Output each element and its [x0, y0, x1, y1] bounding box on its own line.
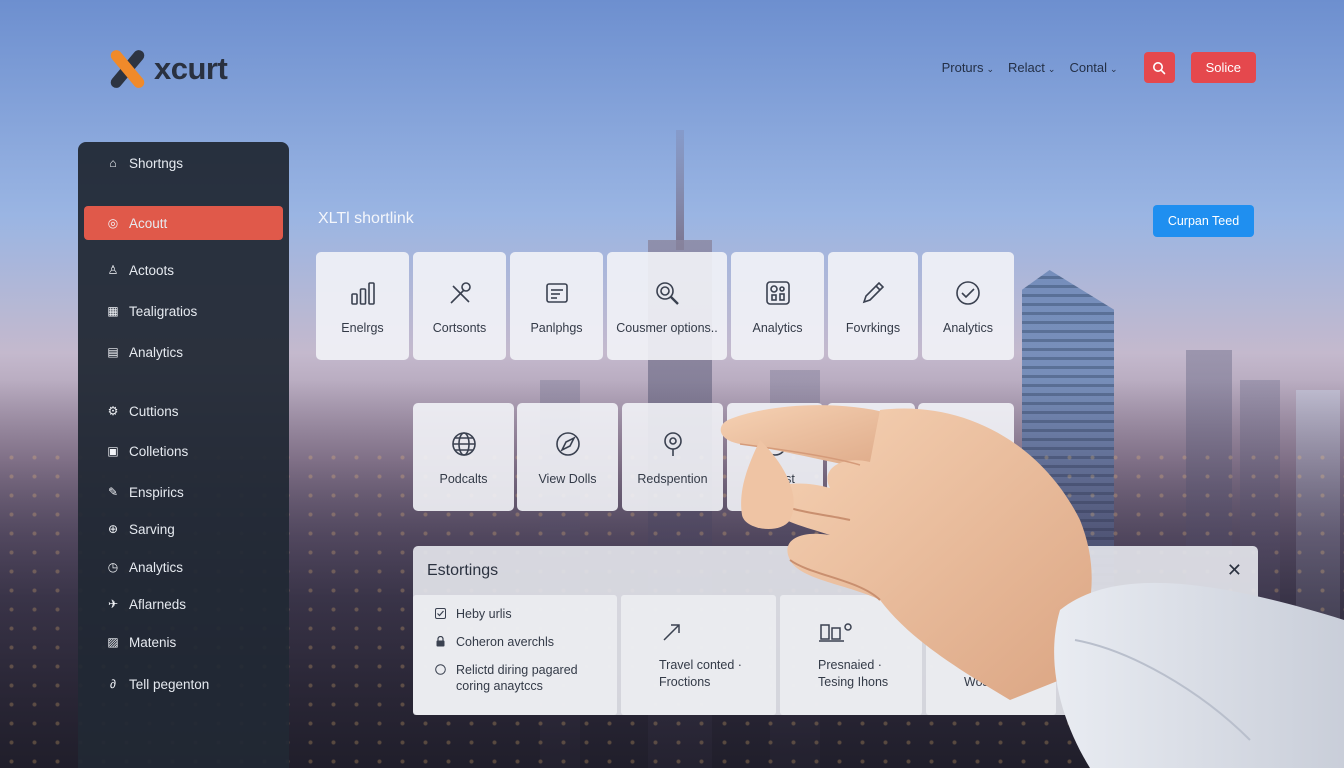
tile-analytics-1[interactable]: Analytics: [731, 252, 824, 360]
home-icon: ⌂: [109, 156, 117, 170]
brand-logo[interactable]: xcurt: [104, 46, 228, 92]
arrow-icon: [663, 624, 680, 641]
chevron-down-icon: ⌄: [986, 64, 995, 74]
tile-fovrkings[interactable]: Fovrkings: [828, 252, 918, 360]
search-icon: [1153, 61, 1166, 74]
collection-icon: ▣: [107, 444, 119, 458]
panel-card-travel[interactable]: Travel conted · Froctions: [621, 595, 776, 715]
sidebar-item-analytics-2[interactable]: ◷ Analytics: [84, 550, 283, 584]
gear-icon: ⚙: [107, 404, 119, 418]
doc-icon: [966, 621, 984, 643]
top-navigation: Proturs ⌄ Relact ⌄ Contal ⌄ Solice: [942, 52, 1256, 83]
image-icon: ▨: [107, 635, 119, 649]
sidebar-item-acoutt[interactable]: ◎ Acoutt: [84, 206, 283, 240]
solice-button[interactable]: Solice: [1190, 52, 1256, 83]
check-circle-icon: [956, 280, 980, 305]
tile-cousmer-options[interactable]: Cousmer options..: [607, 252, 727, 360]
chart-icon: ▤: [107, 345, 119, 359]
nav-item-contal[interactable]: Contal ⌄: [1069, 60, 1117, 75]
cart-icon: [819, 623, 852, 642]
bird-icon: ✈: [107, 597, 119, 611]
pencil-icon: [862, 281, 885, 303]
tile-analytics-2[interactable]: Analytics: [922, 252, 1014, 360]
option-relictd-diring[interactable]: Relictd diring pagared coring anaytccs: [435, 662, 578, 694]
brand-name: xcurt: [154, 51, 228, 86]
link-icon: ∂: [110, 677, 116, 691]
account-icon: ◎: [107, 216, 119, 230]
tile-redspention[interactable]: Redspention: [622, 403, 723, 511]
tools-icon: [449, 281, 471, 304]
sidebar: ⌂ Shortngs ◎ Acoutt ♙ Actoots ▦ Tealigratios…: [78, 142, 289, 768]
network-icon: [763, 431, 787, 456]
sidebar-item-colletions[interactable]: ▣ Colletions: [84, 434, 283, 468]
estortings-panel: Estortings ✕ Heby urlis Coheron averchls…: [413, 546, 1258, 715]
pen-icon: ✎: [107, 485, 119, 499]
sidebar-item-actoots[interactable]: ♙ Actoots: [84, 253, 283, 287]
tile-enelrgs[interactable]: Enelrgs: [316, 252, 409, 360]
checkbox-icon: [435, 608, 446, 619]
chevron-down-icon: ⌄: [1047, 64, 1056, 74]
globe-icon: [451, 431, 476, 456]
page-title: XLTl shortlink: [318, 210, 414, 227]
globe-icon: ⊕: [107, 522, 119, 536]
clock-icon: ◷: [107, 560, 119, 574]
document-icon: [545, 282, 568, 303]
tile-panlphgs[interactable]: Panlphgs: [510, 252, 603, 360]
sidebar-item-analytics[interactable]: ▤ Analytics: [84, 335, 283, 369]
panel-card-presnaied[interactable]: Presnaied · Tesing Ihons: [780, 595, 922, 715]
sidebar-item-enspirics[interactable]: ✎ Enspirics: [84, 475, 283, 509]
sidebar-item-tell-pegenton[interactable]: ∂ Tell pegenton: [84, 667, 283, 701]
grid-icon: ▦: [107, 304, 119, 318]
option-coheron-averchls[interactable]: Coheron averchls: [435, 634, 554, 650]
dashboard-icon: [765, 280, 790, 305]
sidebar-item-tealigratios[interactable]: ▦ Tealigratios: [84, 294, 283, 328]
curpan-teed-button[interactable]: Curpan Teed: [1153, 205, 1254, 237]
tile-podcalts[interactable]: Podcalts: [413, 403, 514, 511]
panel-options-cell: Heby urlis Coheron averchls Relictd diri…: [413, 595, 617, 715]
panel-title: Estortings: [427, 562, 499, 579]
sidebar-item-cuttions[interactable]: ⚙ Cuttions: [84, 394, 283, 428]
sidebar-item-shortngs[interactable]: ⌂ Shortngs: [84, 146, 283, 180]
close-icon[interactable]: ✕: [1227, 560, 1242, 581]
tile-empty-1[interactable]: [827, 403, 915, 511]
tile-cortsonts[interactable]: Cortsonts: [413, 252, 506, 360]
pin-icon: [663, 431, 682, 456]
tile-empty-2[interactable]: [918, 403, 1014, 511]
radio-icon: [435, 664, 446, 675]
compass-icon: [555, 431, 580, 456]
sidebar-item-matenis[interactable]: ▨ Matenis: [84, 625, 283, 659]
nav-item-relact[interactable]: Relact ⌄: [1008, 60, 1055, 75]
user-icon: ♙: [107, 263, 119, 277]
search-button[interactable]: [1143, 52, 1175, 83]
sidebar-item-sarving[interactable]: ⊕ Sarving: [84, 512, 283, 546]
bar-chart-icon: [350, 281, 375, 305]
tile-drtasst[interactable]: Drtasst: [727, 403, 823, 511]
option-heby-urlis[interactable]: Heby urlis: [435, 606, 512, 622]
chevron-down-icon: ⌄: [1110, 64, 1118, 74]
nav-item-products[interactable]: Proturs ⌄: [942, 60, 994, 75]
tile-view-dolls[interactable]: View Dolls: [517, 403, 618, 511]
sidebar-item-aflarneds[interactable]: ✈ Aflarneds: [84, 587, 283, 621]
lock-icon: [436, 636, 445, 647]
magnifier-icon: [656, 281, 679, 305]
panel-card-third[interactable]: Dl Wosc ti: [926, 595, 1056, 715]
xcurt-logo-icon: [104, 46, 150, 92]
